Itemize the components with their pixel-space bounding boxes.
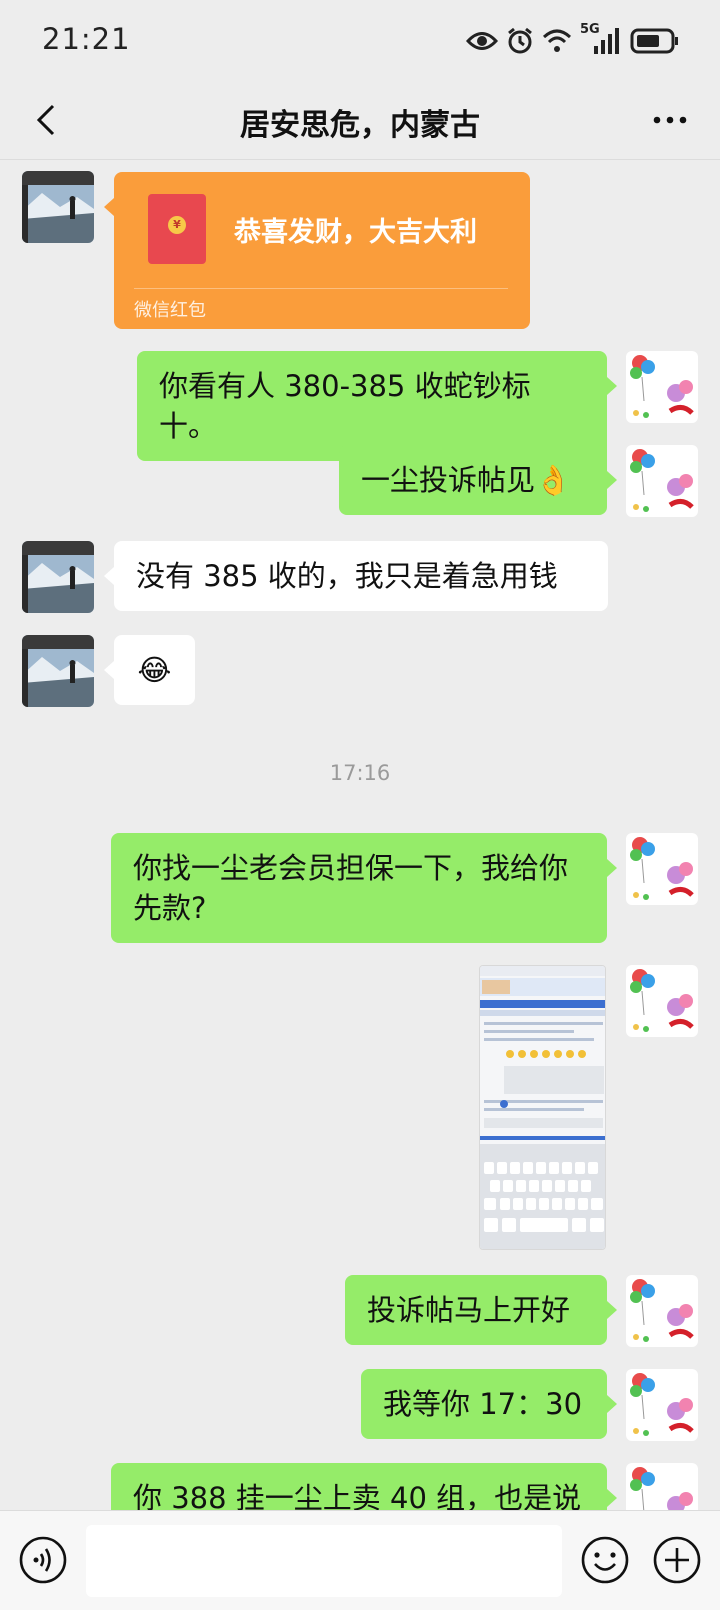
status-icons: 5G — [466, 22, 680, 58]
message-text: 投诉帖马上开好 — [367, 1293, 571, 1327]
input-bar — [0, 1510, 720, 1610]
red-packet-greeting: 恭喜发财，大吉大利 — [234, 217, 477, 248]
message-bubble-other[interactable]: 😂 — [104, 635, 195, 705]
message-text: 你 388 挂一尘上卖 40 组，也是说 — [133, 1481, 582, 1510]
message-bubble-self[interactable]: 你 388 挂一尘上卖 40 组，也是说 — [111, 1463, 617, 1510]
signal-icon: 5G — [580, 22, 622, 56]
self-avatar[interactable] — [626, 1369, 698, 1441]
chat-header: 居安思危，内蒙古 — [0, 80, 720, 160]
message-bubble-other[interactable]: 没有 385 收的，我只是着急用钱 — [104, 541, 608, 611]
emoji-button[interactable] — [580, 1535, 630, 1585]
balloons-avatar-image — [626, 1369, 698, 1441]
divider — [134, 288, 508, 289]
more-button[interactable] — [644, 96, 696, 144]
voice-icon — [19, 1536, 67, 1584]
wifi-icon — [542, 29, 572, 52]
message-list[interactable]: ¥ 恭喜发财，大吉大利 微信红包 你看有人 380-385 收蛇钞标十。 一尘投… — [0, 161, 720, 1510]
balloons-avatar-image — [626, 833, 698, 905]
self-avatar[interactable] — [626, 1275, 698, 1347]
emoji-message: 😂 — [137, 653, 172, 687]
contact-avatar[interactable] — [22, 541, 94, 613]
image-message[interactable] — [479, 965, 606, 1250]
message-text: 你看有人 380-385 收蛇钞标十。 — [159, 369, 531, 443]
plus-icon — [653, 1536, 701, 1584]
message-text: 一尘投诉帖见👌 — [361, 463, 572, 497]
red-packet-message[interactable]: ¥ 恭喜发财，大吉大利 微信红包 — [104, 172, 530, 329]
status-time: 21:21 — [42, 22, 131, 56]
voice-button[interactable] — [18, 1535, 68, 1585]
contact-avatar[interactable] — [22, 635, 94, 707]
message-bubble-self[interactable]: 投诉帖马上开好 — [345, 1275, 617, 1345]
self-avatar[interactable] — [626, 445, 698, 517]
emoji-icon — [581, 1536, 629, 1584]
red-packet-label: 微信红包 — [134, 300, 206, 321]
alarm-icon — [508, 27, 532, 54]
screenshot-thumbnail — [480, 966, 605, 1249]
balloons-avatar-image — [626, 965, 698, 1037]
message-text: 没有 385 收的，我只是着急用钱 — [136, 559, 558, 593]
self-avatar[interactable] — [626, 833, 698, 905]
message-bubble-self[interactable]: 一尘投诉帖见👌 — [339, 445, 617, 515]
red-packet-icon: ¥ — [148, 194, 206, 264]
self-avatar[interactable] — [626, 351, 698, 423]
message-text: 你找一尘老会员担保一下，我给你先款? — [133, 851, 569, 925]
message-text: 我等你 17：30 — [383, 1387, 583, 1421]
status-bar: 21:21 5G — [0, 0, 720, 80]
contact-avatar[interactable] — [22, 171, 94, 243]
self-avatar[interactable] — [626, 1463, 698, 1510]
eye-icon — [466, 32, 498, 50]
self-avatar[interactable] — [626, 965, 698, 1037]
message-input[interactable] — [86, 1525, 562, 1597]
network-label: 5G — [580, 22, 600, 37]
chat-title: 居安思危，内蒙古 — [240, 108, 480, 143]
more-dots-icon — [653, 116, 687, 124]
message-bubble-self[interactable]: 我等你 17：30 — [361, 1369, 617, 1439]
chat-timestamp: 17:16 — [329, 761, 391, 785]
balloons-avatar-image — [626, 351, 698, 423]
message-bubble-self[interactable]: 你找一尘老会员担保一下，我给你先款? — [111, 833, 617, 943]
balloons-avatar-image — [626, 445, 698, 517]
balloons-avatar-image — [626, 1463, 698, 1510]
balloons-avatar-image — [626, 1275, 698, 1347]
battery-icon — [630, 28, 678, 54]
more-functions-button[interactable] — [652, 1535, 702, 1585]
